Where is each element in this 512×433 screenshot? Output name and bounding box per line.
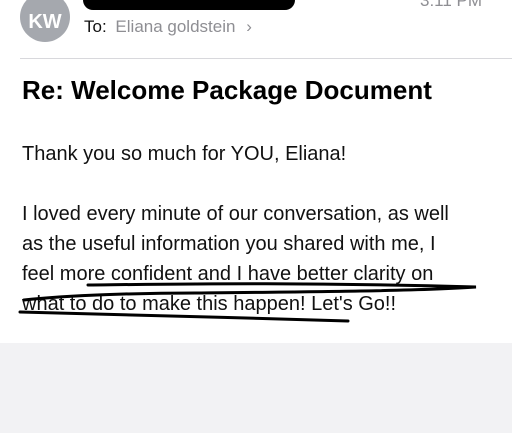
sender-name-redaction (83, 0, 295, 10)
to-label: To: (84, 17, 107, 36)
avatar[interactable]: KW (20, 0, 70, 42)
email-subject: Re: Welcome Package Document (22, 75, 432, 105)
message-time: 3:11 PM (420, 0, 483, 10)
body-greeting: Thank you so much for YOU, Eliana! (22, 143, 347, 165)
chevron-right-icon: › (246, 17, 252, 36)
body-line: feel more confident and I have better cl… (22, 263, 434, 285)
recipient-name: Eliana goldstein (115, 17, 236, 36)
header-divider (20, 58, 512, 59)
body-paragraph: I loved every minute of our conversation… (22, 199, 497, 319)
email-body: Thank you so much for YOU, Eliana! I lov… (22, 139, 497, 319)
body-line: what to do to make this happen! Let's Go… (22, 293, 397, 315)
body-line: I loved every minute of our conversation… (22, 203, 449, 225)
recipient-row[interactable]: To: Eliana goldstein › (84, 17, 252, 37)
avatar-initials: KW (28, 10, 62, 33)
email-view: KW 3:11 PM To: Eliana goldstein › Re: We… (0, 0, 512, 343)
body-line: as the useful information you shared wit… (22, 233, 436, 255)
